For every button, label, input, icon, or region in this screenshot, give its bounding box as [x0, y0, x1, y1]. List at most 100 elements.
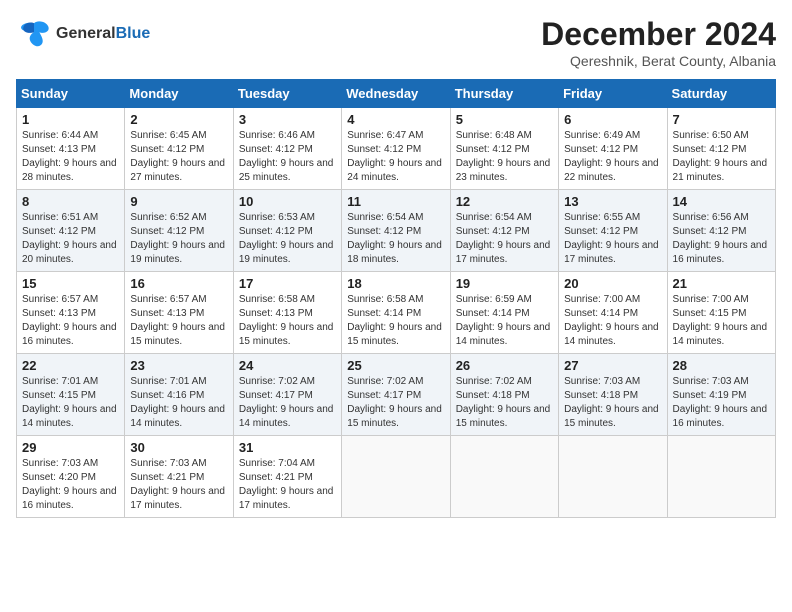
calendar-cell: 9 Sunrise: 6:52 AMSunset: 4:12 PMDayligh… [125, 190, 233, 272]
day-number: 16 [130, 276, 227, 291]
day-number: 7 [673, 112, 770, 127]
weekday-header-sunday: Sunday [17, 80, 125, 108]
day-info: Sunrise: 7:01 AMSunset: 4:16 PMDaylight:… [130, 375, 227, 431]
day-number: 13 [564, 194, 661, 209]
day-number: 12 [456, 194, 553, 209]
month-title: December 2024 [541, 16, 776, 53]
calendar-week-row: 8 Sunrise: 6:51 AMSunset: 4:12 PMDayligh… [17, 190, 776, 272]
day-number: 28 [673, 358, 770, 373]
day-info: Sunrise: 7:02 AMSunset: 4:17 PMDaylight:… [347, 375, 444, 431]
day-info: Sunrise: 7:03 AMSunset: 4:19 PMDaylight:… [673, 375, 770, 431]
day-number: 15 [22, 276, 119, 291]
day-number: 24 [239, 358, 336, 373]
day-number: 14 [673, 194, 770, 209]
calendar-cell: 30 Sunrise: 7:03 AMSunset: 4:21 PMDaylig… [125, 436, 233, 518]
day-info: Sunrise: 7:02 AMSunset: 4:17 PMDaylight:… [239, 375, 336, 431]
calendar-cell: 28 Sunrise: 7:03 AMSunset: 4:19 PMDaylig… [667, 354, 775, 436]
calendar-week-row: 1 Sunrise: 6:44 AMSunset: 4:13 PMDayligh… [17, 108, 776, 190]
calendar-cell: 1 Sunrise: 6:44 AMSunset: 4:13 PMDayligh… [17, 108, 125, 190]
calendar-cell: 26 Sunrise: 7:02 AMSunset: 4:18 PMDaylig… [450, 354, 558, 436]
day-info: Sunrise: 7:02 AMSunset: 4:18 PMDaylight:… [456, 375, 553, 431]
weekday-header-row: SundayMondayTuesdayWednesdayThursdayFrid… [17, 80, 776, 108]
calendar-cell: 29 Sunrise: 7:03 AMSunset: 4:20 PMDaylig… [17, 436, 125, 518]
day-info: Sunrise: 7:03 AMSunset: 4:21 PMDaylight:… [130, 457, 227, 513]
calendar-cell: 17 Sunrise: 6:58 AMSunset: 4:13 PMDaylig… [233, 272, 341, 354]
calendar-week-row: 22 Sunrise: 7:01 AMSunset: 4:15 PMDaylig… [17, 354, 776, 436]
day-info: Sunrise: 6:55 AMSunset: 4:12 PMDaylight:… [564, 211, 661, 267]
calendar-table: SundayMondayTuesdayWednesdayThursdayFrid… [16, 79, 776, 518]
day-number: 9 [130, 194, 227, 209]
day-number: 8 [22, 194, 119, 209]
day-info: Sunrise: 6:49 AMSunset: 4:12 PMDaylight:… [564, 129, 661, 185]
day-info: Sunrise: 6:50 AMSunset: 4:12 PMDaylight:… [673, 129, 770, 185]
weekday-header-monday: Monday [125, 80, 233, 108]
calendar-cell: 22 Sunrise: 7:01 AMSunset: 4:15 PMDaylig… [17, 354, 125, 436]
calendar-cell: 6 Sunrise: 6:49 AMSunset: 4:12 PMDayligh… [559, 108, 667, 190]
calendar-cell: 23 Sunrise: 7:01 AMSunset: 4:16 PMDaylig… [125, 354, 233, 436]
day-info: Sunrise: 7:01 AMSunset: 4:15 PMDaylight:… [22, 375, 119, 431]
day-number: 21 [673, 276, 770, 291]
day-number: 19 [456, 276, 553, 291]
day-number: 30 [130, 440, 227, 455]
logo-text: GeneralBlue [56, 25, 150, 43]
calendar-cell: 18 Sunrise: 6:58 AMSunset: 4:14 PMDaylig… [342, 272, 450, 354]
weekday-header-wednesday: Wednesday [342, 80, 450, 108]
calendar-cell: 3 Sunrise: 6:46 AMSunset: 4:12 PMDayligh… [233, 108, 341, 190]
day-number: 18 [347, 276, 444, 291]
logo: GeneralBlue [16, 16, 150, 52]
day-number: 10 [239, 194, 336, 209]
day-number: 23 [130, 358, 227, 373]
day-info: Sunrise: 6:59 AMSunset: 4:14 PMDaylight:… [456, 293, 553, 349]
calendar-cell: 27 Sunrise: 7:03 AMSunset: 4:18 PMDaylig… [559, 354, 667, 436]
day-info: Sunrise: 6:47 AMSunset: 4:12 PMDaylight:… [347, 129, 444, 185]
day-number: 22 [22, 358, 119, 373]
calendar-cell: 15 Sunrise: 6:57 AMSunset: 4:13 PMDaylig… [17, 272, 125, 354]
day-info: Sunrise: 7:03 AMSunset: 4:20 PMDaylight:… [22, 457, 119, 513]
weekday-header-saturday: Saturday [667, 80, 775, 108]
page-header: GeneralBlue December 2024 Qereshnik, Ber… [16, 16, 776, 69]
day-number: 1 [22, 112, 119, 127]
calendar-cell: 16 Sunrise: 6:57 AMSunset: 4:13 PMDaylig… [125, 272, 233, 354]
calendar-cell: 8 Sunrise: 6:51 AMSunset: 4:12 PMDayligh… [17, 190, 125, 272]
calendar-cell: 14 Sunrise: 6:56 AMSunset: 4:12 PMDaylig… [667, 190, 775, 272]
day-info: Sunrise: 6:57 AMSunset: 4:13 PMDaylight:… [130, 293, 227, 349]
day-info: Sunrise: 6:51 AMSunset: 4:12 PMDaylight:… [22, 211, 119, 267]
day-info: Sunrise: 6:48 AMSunset: 4:12 PMDaylight:… [456, 129, 553, 185]
calendar-cell: 13 Sunrise: 6:55 AMSunset: 4:12 PMDaylig… [559, 190, 667, 272]
calendar-cell: 21 Sunrise: 7:00 AMSunset: 4:15 PMDaylig… [667, 272, 775, 354]
calendar-cell: 11 Sunrise: 6:54 AMSunset: 4:12 PMDaylig… [342, 190, 450, 272]
logo-icon [16, 16, 52, 52]
day-number: 29 [22, 440, 119, 455]
day-number: 5 [456, 112, 553, 127]
calendar-cell: 25 Sunrise: 7:02 AMSunset: 4:17 PMDaylig… [342, 354, 450, 436]
calendar-week-row: 15 Sunrise: 6:57 AMSunset: 4:13 PMDaylig… [17, 272, 776, 354]
day-number: 11 [347, 194, 444, 209]
calendar-cell [450, 436, 558, 518]
title-block: December 2024 Qereshnik, Berat County, A… [541, 16, 776, 69]
day-info: Sunrise: 6:44 AMSunset: 4:13 PMDaylight:… [22, 129, 119, 185]
calendar-cell [667, 436, 775, 518]
day-number: 2 [130, 112, 227, 127]
day-number: 4 [347, 112, 444, 127]
day-info: Sunrise: 7:00 AMSunset: 4:14 PMDaylight:… [564, 293, 661, 349]
day-number: 20 [564, 276, 661, 291]
calendar-cell: 12 Sunrise: 6:54 AMSunset: 4:12 PMDaylig… [450, 190, 558, 272]
day-info: Sunrise: 6:52 AMSunset: 4:12 PMDaylight:… [130, 211, 227, 267]
day-number: 27 [564, 358, 661, 373]
day-info: Sunrise: 6:46 AMSunset: 4:12 PMDaylight:… [239, 129, 336, 185]
day-info: Sunrise: 7:04 AMSunset: 4:21 PMDaylight:… [239, 457, 336, 513]
day-number: 25 [347, 358, 444, 373]
day-number: 6 [564, 112, 661, 127]
day-info: Sunrise: 6:58 AMSunset: 4:13 PMDaylight:… [239, 293, 336, 349]
day-info: Sunrise: 6:56 AMSunset: 4:12 PMDaylight:… [673, 211, 770, 267]
day-info: Sunrise: 7:03 AMSunset: 4:18 PMDaylight:… [564, 375, 661, 431]
day-info: Sunrise: 6:45 AMSunset: 4:12 PMDaylight:… [130, 129, 227, 185]
calendar-cell: 4 Sunrise: 6:47 AMSunset: 4:12 PMDayligh… [342, 108, 450, 190]
day-info: Sunrise: 6:54 AMSunset: 4:12 PMDaylight:… [347, 211, 444, 267]
calendar-cell: 2 Sunrise: 6:45 AMSunset: 4:12 PMDayligh… [125, 108, 233, 190]
day-info: Sunrise: 7:00 AMSunset: 4:15 PMDaylight:… [673, 293, 770, 349]
weekday-header-thursday: Thursday [450, 80, 558, 108]
calendar-cell: 5 Sunrise: 6:48 AMSunset: 4:12 PMDayligh… [450, 108, 558, 190]
day-number: 31 [239, 440, 336, 455]
day-number: 3 [239, 112, 336, 127]
